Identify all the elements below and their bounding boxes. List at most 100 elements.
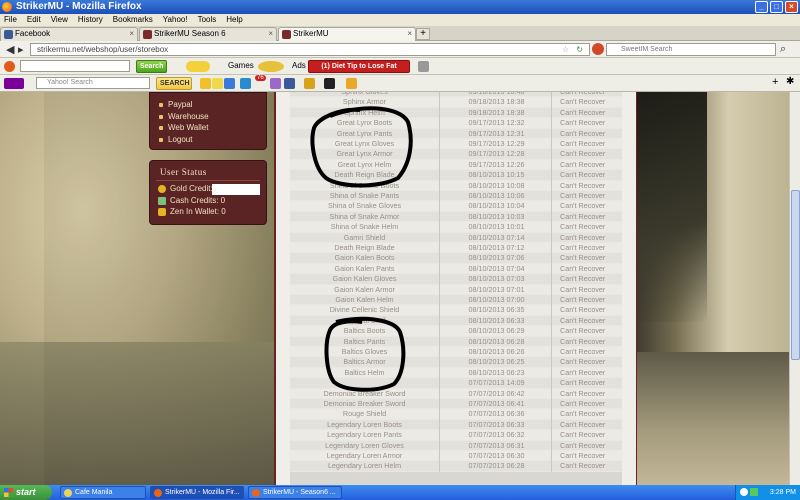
status-cell: Can't Recover bbox=[560, 222, 606, 232]
status-cell: Can't Recover bbox=[560, 128, 606, 138]
tray-icon[interactable] bbox=[740, 488, 748, 496]
date-cell: 08/10/2013 07:00 bbox=[442, 295, 552, 306]
item-name-cell: Gamri Shield bbox=[290, 232, 440, 243]
date-cell: 07/07/2013 06:33 bbox=[442, 419, 552, 431]
reload-icon[interactable]: ↻ bbox=[576, 44, 583, 55]
scrollbar-thumb[interactable] bbox=[791, 190, 800, 360]
table-row: Gaion Kalen Armor 08/10/2013 07:01 Can't R… bbox=[290, 284, 622, 295]
menu-bookmarks[interactable]: Bookmarks bbox=[113, 14, 153, 26]
settings-icon[interactable]: ✱ bbox=[786, 76, 794, 87]
menu-web-wallet[interactable]: Web Wallet bbox=[158, 122, 266, 134]
flickr-icon[interactable] bbox=[324, 78, 335, 89]
cash-credits-label: Cash Credits: 0 bbox=[170, 195, 226, 205]
start-button[interactable]: start bbox=[0, 485, 52, 500]
close-tab-icon[interactable]: × bbox=[407, 28, 412, 40]
item-name-cell: Gaion Kalen Helm bbox=[290, 295, 440, 306]
ads-link[interactable]: Ads bbox=[292, 61, 306, 70]
messenger-icon[interactable] bbox=[240, 78, 251, 89]
weather-icon[interactable] bbox=[304, 78, 315, 89]
status-cell: Can't Recover bbox=[560, 378, 606, 388]
status-cell: Can't Recover bbox=[560, 461, 606, 471]
tab-facebook[interactable]: Facebook × bbox=[0, 27, 138, 41]
rocks-art bbox=[637, 352, 789, 485]
new-tab-button[interactable]: + bbox=[416, 28, 430, 40]
minimize-button[interactable]: _ bbox=[755, 1, 768, 13]
tab-strikermu-season6[interactable]: StrikerMU Season 6 × bbox=[139, 27, 277, 41]
menu-view[interactable]: View bbox=[51, 14, 68, 26]
tab-strikermu[interactable]: StrikerMU × bbox=[278, 27, 416, 41]
menu-help[interactable]: Help bbox=[226, 14, 242, 26]
promo-link[interactable]: (1) Diet Tip to Lose Fat bbox=[308, 60, 410, 73]
menu-edit[interactable]: Edit bbox=[27, 14, 41, 26]
date-cell: 08/10/2013 10:01 bbox=[442, 222, 552, 233]
firefox-icon bbox=[2, 2, 12, 12]
taskbar-item-firefox[interactable]: StrikerMU - Mozilla Fir... bbox=[150, 486, 244, 499]
menu-file[interactable]: File bbox=[4, 14, 17, 26]
toolbar-search-input[interactable] bbox=[20, 60, 130, 72]
date-cell: 07/07/2013 14:09 bbox=[442, 378, 552, 389]
item-name-cell: Death Reign Blade bbox=[290, 243, 440, 254]
item-name-cell: Shina of Snake Armor bbox=[290, 211, 440, 223]
addon-toolbar: Search Games Ads (1) Diet Tip to Lose Fa… bbox=[0, 58, 800, 75]
status-cell: Can't Recover bbox=[560, 243, 606, 252]
date-cell: 08/10/2013 06:33 bbox=[442, 315, 552, 327]
menu-warehouse[interactable]: Warehouse bbox=[158, 111, 266, 123]
date-cell: 07/07/2013 06:36 bbox=[442, 409, 552, 420]
back-icon[interactable]: ◀ bbox=[6, 43, 14, 56]
date-cell: 07/07/2013 06:42 bbox=[442, 388, 552, 399]
sweetim-search-input[interactable]: SweetIM Search bbox=[606, 43, 776, 56]
search-icon[interactable]: ⌕ bbox=[780, 43, 786, 56]
sweetim-icon[interactable] bbox=[592, 43, 604, 55]
bookmark-star-icon[interactable]: ☆ bbox=[562, 44, 569, 55]
date-cell: 08/10/2013 07:12 bbox=[442, 243, 552, 254]
status-cell: Can't Recover bbox=[560, 180, 606, 190]
divider bbox=[156, 180, 260, 181]
close-tab-icon[interactable]: × bbox=[268, 28, 273, 40]
smiley-icon[interactable] bbox=[186, 61, 210, 72]
window-titlebar: StrikerMU - Mozilla Firefox _ □ × bbox=[0, 0, 800, 14]
date-cell: 08/10/2013 06:28 bbox=[442, 336, 552, 347]
maximize-button[interactable]: □ bbox=[770, 1, 783, 13]
date-cell: 08/10/2013 10:04 bbox=[442, 201, 552, 212]
menu-tools[interactable]: Tools bbox=[198, 14, 217, 26]
mail-icon[interactable] bbox=[224, 78, 235, 89]
menu-history[interactable]: History bbox=[78, 14, 103, 26]
date-cell: 09/18/2013 18:38 bbox=[442, 107, 552, 119]
taskbar-item-cafe-manila[interactable]: Cafe Manila bbox=[60, 486, 146, 499]
games-link[interactable]: Games bbox=[228, 61, 254, 70]
warrior-silhouette bbox=[637, 92, 707, 322]
menu-yahoo[interactable]: Yahoo! bbox=[163, 14, 188, 26]
promo-label: (1) Diet Tip to Lose Fat bbox=[321, 63, 397, 70]
mobile-icon[interactable] bbox=[258, 61, 284, 72]
forward-icon[interactable]: ▸ bbox=[18, 43, 24, 56]
menu-paypal[interactable]: Paypal bbox=[158, 99, 266, 111]
status-cell: Can't Recover bbox=[560, 274, 606, 284]
toolbar-search-button[interactable]: Search bbox=[136, 60, 168, 73]
url-bar[interactable]: strikermu.net/webshop/user/storebox ☆ ↻ bbox=[30, 43, 590, 56]
pen-icon[interactable] bbox=[418, 61, 429, 72]
date-cell: 08/10/2013 10:03 bbox=[442, 211, 552, 223]
taskbar-item-strikermu[interactable]: StrikerMU - Season6 ... bbox=[248, 486, 342, 499]
gold-credit-label: Gold Credit: bbox=[170, 184, 213, 193]
status-cell: Can't Recover bbox=[560, 326, 606, 336]
date-cell: 08/10/2013 07:01 bbox=[442, 284, 552, 295]
games-icon[interactable] bbox=[270, 78, 281, 89]
yahoo-search-input[interactable]: Yahoo! Search bbox=[36, 77, 150, 89]
menu-logout[interactable]: Logout bbox=[158, 134, 266, 146]
facebook-icon[interactable] bbox=[284, 78, 295, 89]
add-icon[interactable]: + bbox=[772, 76, 778, 88]
window-title: StrikerMU - Mozilla Firefox bbox=[16, 1, 142, 12]
yahoo-logo-icon[interactable] bbox=[4, 78, 24, 89]
background-warrior-art bbox=[637, 92, 789, 485]
yahoo-search-button[interactable]: SEARCH bbox=[156, 77, 192, 90]
clock: 3:28 PM bbox=[769, 489, 796, 496]
network-icon[interactable] bbox=[750, 488, 758, 496]
item-name-cell: Legendary Loren Armor bbox=[290, 451, 440, 462]
close-button[interactable]: × bbox=[785, 1, 798, 13]
more-icon[interactable] bbox=[346, 78, 357, 89]
yahoo-search-label: SEARCH bbox=[160, 80, 190, 87]
page-scrollbar[interactable] bbox=[789, 92, 800, 485]
news-icon[interactable] bbox=[212, 78, 223, 89]
close-tab-icon[interactable]: × bbox=[129, 28, 134, 40]
star-icon[interactable] bbox=[200, 78, 211, 89]
